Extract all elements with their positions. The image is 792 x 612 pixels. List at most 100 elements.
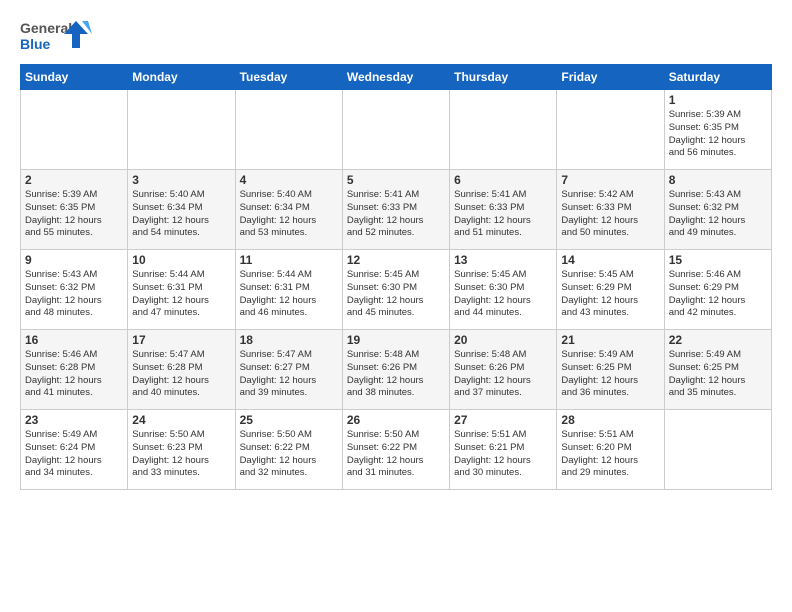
day-info: Sunrise: 5:48 AM Sunset: 6:26 PM Dayligh… xyxy=(347,349,445,400)
day-info: Sunrise: 5:50 AM Sunset: 6:22 PM Dayligh… xyxy=(347,429,445,480)
week-row-2: 2 Sunrise: 5:39 AM Sunset: 6:35 PM Daylig… xyxy=(21,170,772,250)
day-info: Sunrise: 5:49 AM Sunset: 6:24 PM Dayligh… xyxy=(25,429,123,480)
calendar-cell: 27 Sunrise: 5:51 AM Sunset: 6:21 PM Dayli… xyxy=(450,410,557,490)
day-info: Sunrise: 5:48 AM Sunset: 6:26 PM Dayligh… xyxy=(454,349,552,400)
day-number: 13 xyxy=(454,253,552,267)
day-number: 19 xyxy=(347,333,445,347)
day-number: 11 xyxy=(240,253,338,267)
calendar-cell: 26 Sunrise: 5:50 AM Sunset: 6:22 PM Dayli… xyxy=(342,410,449,490)
day-info: Sunrise: 5:40 AM Sunset: 6:34 PM Dayligh… xyxy=(240,189,338,240)
day-info: Sunrise: 5:50 AM Sunset: 6:22 PM Dayligh… xyxy=(240,429,338,480)
day-info: Sunrise: 5:45 AM Sunset: 6:29 PM Dayligh… xyxy=(561,269,659,320)
weekday-header-sunday: Sunday xyxy=(21,65,128,90)
weekday-header-wednesday: Wednesday xyxy=(342,65,449,90)
day-number: 9 xyxy=(25,253,123,267)
weekday-header-friday: Friday xyxy=(557,65,664,90)
week-row-3: 9 Sunrise: 5:43 AM Sunset: 6:32 PM Daylig… xyxy=(21,250,772,330)
day-info: Sunrise: 5:43 AM Sunset: 6:32 PM Dayligh… xyxy=(25,269,123,320)
calendar-cell: 11 Sunrise: 5:44 AM Sunset: 6:31 PM Dayli… xyxy=(235,250,342,330)
day-info: Sunrise: 5:47 AM Sunset: 6:27 PM Dayligh… xyxy=(240,349,338,400)
weekday-header-row: SundayMondayTuesdayWednesdayThursdayFrid… xyxy=(21,65,772,90)
header-area: GeneralBlue xyxy=(20,16,772,56)
calendar-cell: 2 Sunrise: 5:39 AM Sunset: 6:35 PM Daylig… xyxy=(21,170,128,250)
calendar-cell: 19 Sunrise: 5:48 AM Sunset: 6:26 PM Dayli… xyxy=(342,330,449,410)
logo: GeneralBlue xyxy=(20,16,92,56)
day-number: 17 xyxy=(132,333,230,347)
day-info: Sunrise: 5:47 AM Sunset: 6:28 PM Dayligh… xyxy=(132,349,230,400)
day-info: Sunrise: 5:41 AM Sunset: 6:33 PM Dayligh… xyxy=(347,189,445,240)
calendar-cell xyxy=(342,90,449,170)
day-number: 5 xyxy=(347,173,445,187)
logo-icon: GeneralBlue xyxy=(20,16,92,56)
day-number: 14 xyxy=(561,253,659,267)
calendar-cell xyxy=(557,90,664,170)
day-number: 27 xyxy=(454,413,552,427)
day-info: Sunrise: 5:42 AM Sunset: 6:33 PM Dayligh… xyxy=(561,189,659,240)
calendar-cell: 12 Sunrise: 5:45 AM Sunset: 6:30 PM Dayli… xyxy=(342,250,449,330)
calendar-cell: 9 Sunrise: 5:43 AM Sunset: 6:32 PM Daylig… xyxy=(21,250,128,330)
day-info: Sunrise: 5:39 AM Sunset: 6:35 PM Dayligh… xyxy=(669,109,767,160)
calendar-cell: 6 Sunrise: 5:41 AM Sunset: 6:33 PM Daylig… xyxy=(450,170,557,250)
svg-text:Blue: Blue xyxy=(20,36,51,52)
day-info: Sunrise: 5:46 AM Sunset: 6:28 PM Dayligh… xyxy=(25,349,123,400)
week-row-5: 23 Sunrise: 5:49 AM Sunset: 6:24 PM Dayli… xyxy=(21,410,772,490)
day-info: Sunrise: 5:41 AM Sunset: 6:33 PM Dayligh… xyxy=(454,189,552,240)
day-number: 23 xyxy=(25,413,123,427)
calendar-cell: 4 Sunrise: 5:40 AM Sunset: 6:34 PM Daylig… xyxy=(235,170,342,250)
day-number: 20 xyxy=(454,333,552,347)
day-number: 8 xyxy=(669,173,767,187)
weekday-header-tuesday: Tuesday xyxy=(235,65,342,90)
day-info: Sunrise: 5:40 AM Sunset: 6:34 PM Dayligh… xyxy=(132,189,230,240)
day-info: Sunrise: 5:45 AM Sunset: 6:30 PM Dayligh… xyxy=(347,269,445,320)
day-number: 3 xyxy=(132,173,230,187)
day-number: 1 xyxy=(669,93,767,107)
calendar-cell: 16Sunrise: 5:46 AM Sunset: 6:28 PM Dayli… xyxy=(21,330,128,410)
day-info: Sunrise: 5:44 AM Sunset: 6:31 PM Dayligh… xyxy=(132,269,230,320)
day-number: 28 xyxy=(561,413,659,427)
calendar-cell: 25 Sunrise: 5:50 AM Sunset: 6:22 PM Dayli… xyxy=(235,410,342,490)
page: GeneralBlue SundayMondayTuesdayWednesday… xyxy=(0,0,792,500)
calendar-cell: 28 Sunrise: 5:51 AM Sunset: 6:20 PM Dayli… xyxy=(557,410,664,490)
day-number: 25 xyxy=(240,413,338,427)
calendar-cell: 15 Sunrise: 5:46 AM Sunset: 6:29 PM Dayli… xyxy=(664,250,771,330)
calendar-cell: 24 Sunrise: 5:50 AM Sunset: 6:23 PM Dayli… xyxy=(128,410,235,490)
day-number: 6 xyxy=(454,173,552,187)
day-number: 22 xyxy=(669,333,767,347)
day-number: 24 xyxy=(132,413,230,427)
calendar-cell xyxy=(664,410,771,490)
day-number: 7 xyxy=(561,173,659,187)
day-number: 15 xyxy=(669,253,767,267)
day-number: 12 xyxy=(347,253,445,267)
calendar-cell xyxy=(21,90,128,170)
svg-text:General: General xyxy=(20,20,72,36)
calendar-cell: 23 Sunrise: 5:49 AM Sunset: 6:24 PM Dayli… xyxy=(21,410,128,490)
day-info: Sunrise: 5:49 AM Sunset: 6:25 PM Dayligh… xyxy=(669,349,767,400)
week-row-1: 1 Sunrise: 5:39 AM Sunset: 6:35 PM Daylig… xyxy=(21,90,772,170)
calendar-cell xyxy=(128,90,235,170)
calendar-cell: 5 Sunrise: 5:41 AM Sunset: 6:33 PM Daylig… xyxy=(342,170,449,250)
day-info: Sunrise: 5:51 AM Sunset: 6:20 PM Dayligh… xyxy=(561,429,659,480)
day-info: Sunrise: 5:39 AM Sunset: 6:35 PM Dayligh… xyxy=(25,189,123,240)
day-number: 26 xyxy=(347,413,445,427)
day-info: Sunrise: 5:49 AM Sunset: 6:25 PM Dayligh… xyxy=(561,349,659,400)
weekday-header-saturday: Saturday xyxy=(664,65,771,90)
calendar-cell: 21 Sunrise: 5:49 AM Sunset: 6:25 PM Dayli… xyxy=(557,330,664,410)
day-number: 10 xyxy=(132,253,230,267)
calendar-cell: 3 Sunrise: 5:40 AM Sunset: 6:34 PM Daylig… xyxy=(128,170,235,250)
calendar-cell: 7 Sunrise: 5:42 AM Sunset: 6:33 PM Daylig… xyxy=(557,170,664,250)
calendar-cell xyxy=(450,90,557,170)
day-info: Sunrise: 5:51 AM Sunset: 6:21 PM Dayligh… xyxy=(454,429,552,480)
day-number: 4 xyxy=(240,173,338,187)
day-info: Sunrise: 5:43 AM Sunset: 6:32 PM Dayligh… xyxy=(669,189,767,240)
day-number: 21 xyxy=(561,333,659,347)
calendar-cell: 10 Sunrise: 5:44 AM Sunset: 6:31 PM Dayli… xyxy=(128,250,235,330)
calendar-table: SundayMondayTuesdayWednesdayThursdayFrid… xyxy=(20,64,772,490)
week-row-4: 16Sunrise: 5:46 AM Sunset: 6:28 PM Dayli… xyxy=(21,330,772,410)
day-info: Sunrise: 5:44 AM Sunset: 6:31 PM Dayligh… xyxy=(240,269,338,320)
day-info: Sunrise: 5:50 AM Sunset: 6:23 PM Dayligh… xyxy=(132,429,230,480)
calendar-cell xyxy=(235,90,342,170)
calendar-cell: 13Sunrise: 5:45 AM Sunset: 6:30 PM Dayli… xyxy=(450,250,557,330)
calendar-cell: 1 Sunrise: 5:39 AM Sunset: 6:35 PM Daylig… xyxy=(664,90,771,170)
day-info: Sunrise: 5:46 AM Sunset: 6:29 PM Dayligh… xyxy=(669,269,767,320)
day-number: 2 xyxy=(25,173,123,187)
